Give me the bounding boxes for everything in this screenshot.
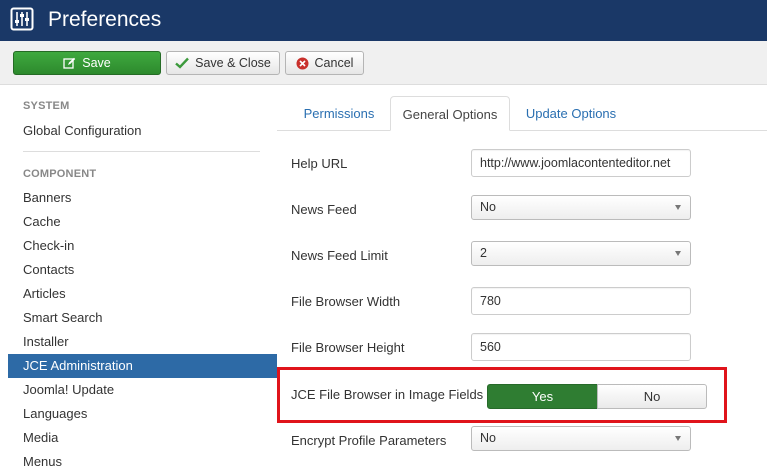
sidebar-item-jce-administration[interactable]: JCE Administration (8, 354, 277, 378)
file-browser-height-input[interactable]: 560 (471, 333, 691, 361)
file-browser-height-label: File Browser Height (291, 340, 405, 355)
sidebar-item-joomla-update[interactable]: Joomla! Update (8, 378, 277, 402)
file-browser-width-input[interactable]: 780 (471, 287, 691, 315)
sidebar-item-media[interactable]: Media (8, 426, 277, 450)
sidebar-heading-component: COMPONENT (23, 168, 97, 180)
save-close-button[interactable]: Save & Close (166, 51, 280, 75)
news-feed-value: No (480, 200, 496, 214)
sidebar-item-global-configuration[interactable]: Global Configuration (8, 119, 277, 143)
news-feed-select[interactable]: No (471, 195, 691, 220)
sidebar-item-smart-search[interactable]: Smart Search (8, 306, 277, 330)
help-url-label: Help URL (291, 156, 348, 171)
help-url-input[interactable]: http://www.joomlacontenteditor.net (471, 149, 691, 177)
toolbar: Save Save & Close Cancel (0, 41, 767, 85)
encrypt-profile-label: Encrypt Profile Parameters (291, 433, 447, 448)
sliders-icon (10, 7, 34, 31)
highlight-box (277, 367, 727, 423)
save-button[interactable]: Save (13, 51, 161, 75)
file-browser-width-label: File Browser Width (291, 294, 401, 309)
cancel-icon (296, 57, 309, 70)
check-icon (175, 57, 189, 69)
news-feed-limit-label: News Feed Limit (291, 248, 388, 263)
encrypt-profile-select[interactable]: No (471, 426, 691, 451)
save-button-label: Save (82, 56, 111, 70)
sidebar-item-articles[interactable]: Articles (8, 282, 277, 306)
cancel-button-label: Cancel (314, 56, 354, 70)
tab-update-options[interactable]: Update Options (513, 96, 629, 131)
tab-permissions[interactable]: Permissions (291, 96, 387, 131)
sidebar-item-installer[interactable]: Installer (8, 330, 277, 354)
encrypt-profile-value: No (480, 431, 496, 445)
news-feed-label: News Feed (291, 202, 357, 217)
sidebar-item-contacts[interactable]: Contacts (8, 258, 277, 282)
caret-down-icon (675, 251, 681, 256)
sidebar-item-banners[interactable]: Banners (8, 186, 277, 210)
caret-down-icon (675, 436, 681, 441)
news-feed-limit-value: 2 (480, 246, 487, 260)
tab-general-options[interactable]: General Options (390, 96, 510, 131)
news-feed-limit-select[interactable]: 2 (471, 241, 691, 266)
sidebar-heading-system: SYSTEM (23, 100, 70, 112)
page-title: Preferences (48, 8, 162, 31)
sidebar-item-check-in[interactable]: Check-in (8, 234, 277, 258)
edit-icon (63, 57, 76, 70)
sidebar-item-menus[interactable]: Menus (8, 450, 277, 469)
cancel-button[interactable]: Cancel (285, 51, 364, 75)
app-header: Preferences (0, 0, 767, 41)
sidebar-item-cache[interactable]: Cache (8, 210, 277, 234)
sidebar-item-languages[interactable]: Languages (8, 402, 277, 426)
save-close-button-label: Save & Close (195, 56, 271, 70)
sidebar-divider (23, 151, 260, 152)
caret-down-icon (675, 205, 681, 210)
